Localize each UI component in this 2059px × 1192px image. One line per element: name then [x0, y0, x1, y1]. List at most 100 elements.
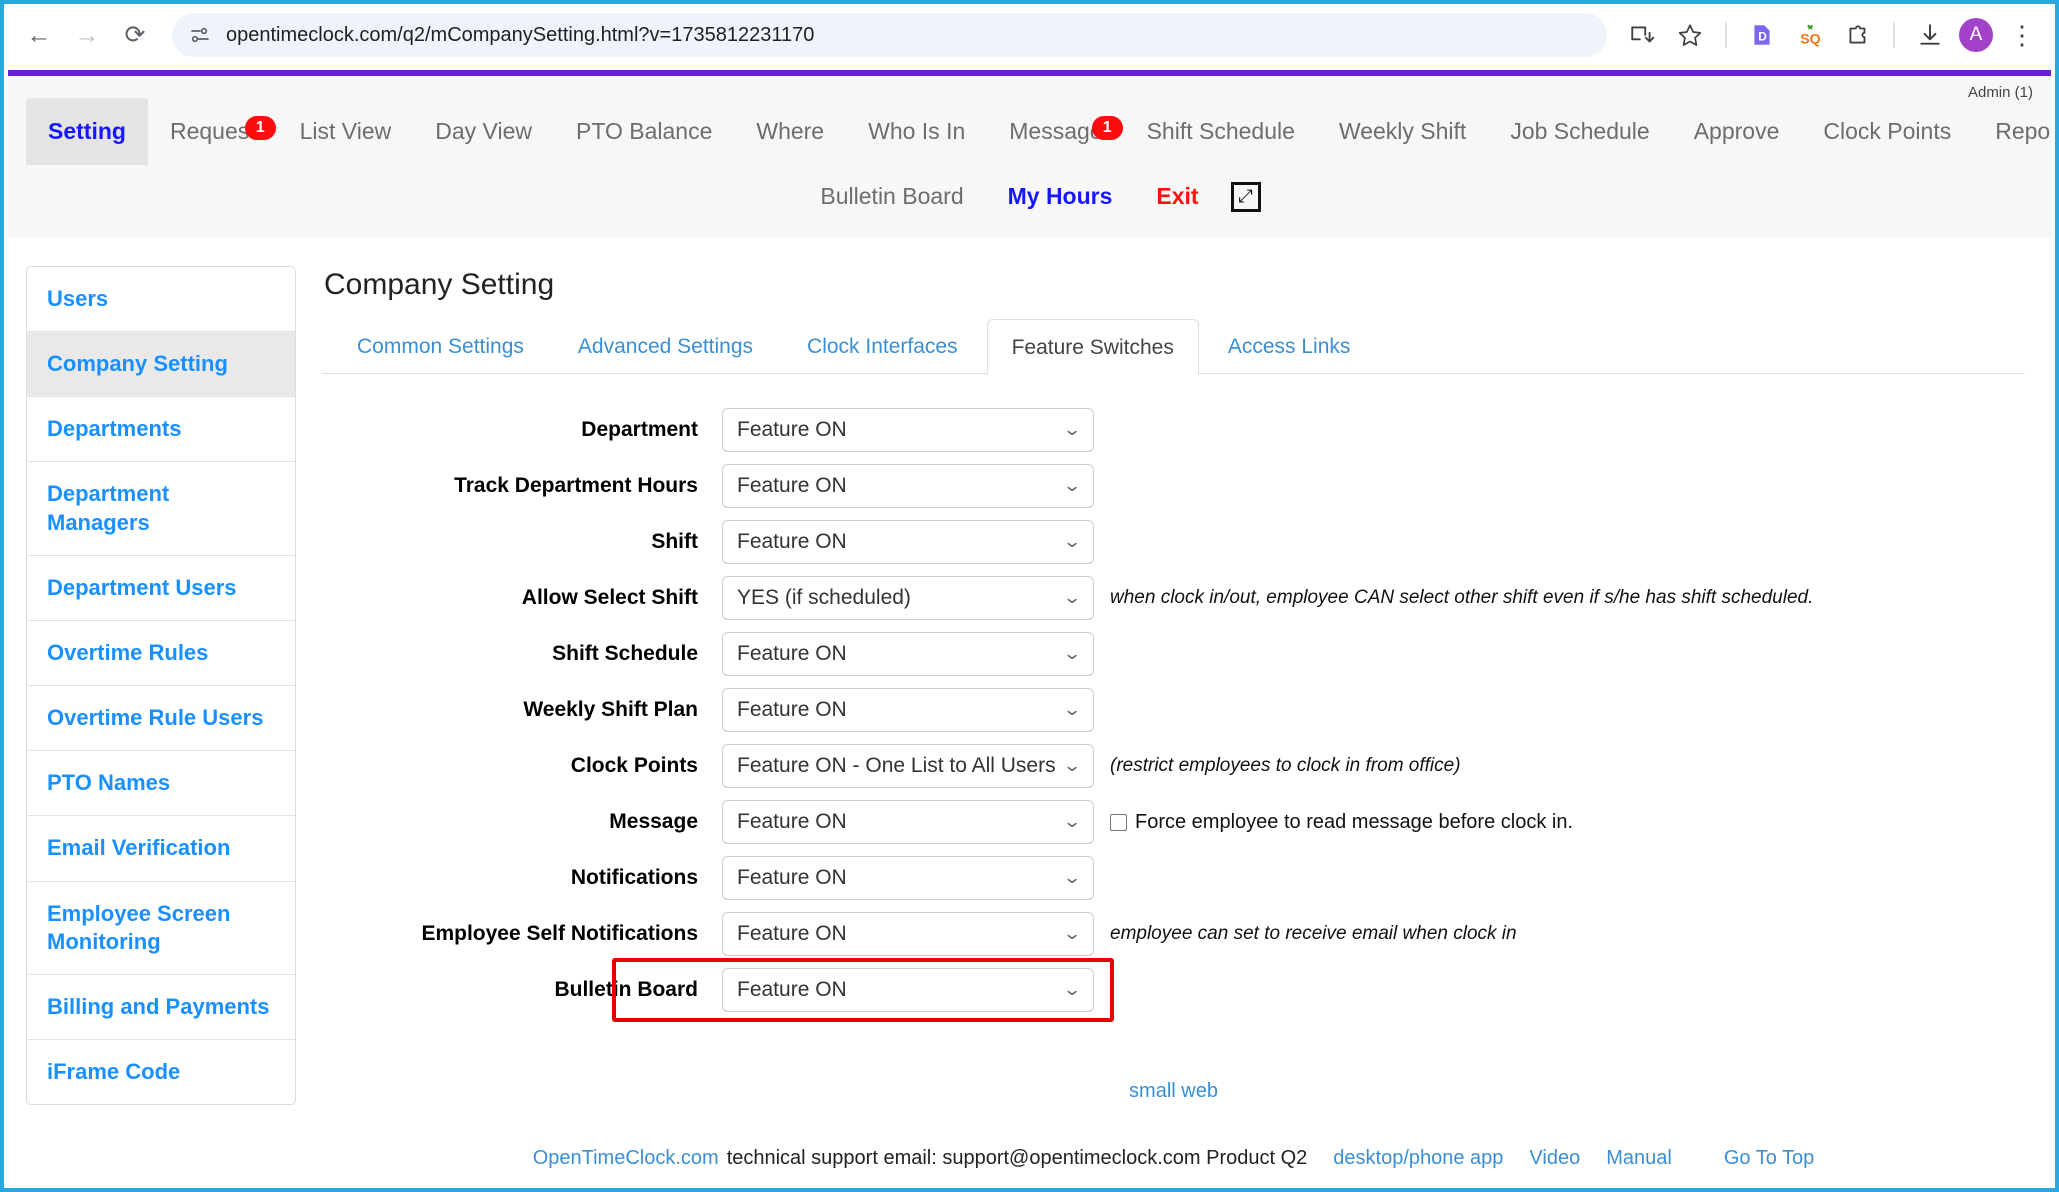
download-icon[interactable] [1911, 16, 1949, 54]
select-value: YES (if scheduled) [737, 586, 911, 609]
label-department: Department [581, 418, 698, 441]
label-shift: Shift [651, 530, 698, 553]
nav-item-clock-points[interactable]: Clock Points [1801, 98, 1973, 165]
browser-menu-icon[interactable]: ⋮ [2003, 22, 2041, 48]
browser-toolbar: ← → ⟳ opentimeclock.com/q2/mCompanySetti… [4, 4, 2055, 66]
select-bulletin-board[interactable]: Feature ON ⌄ [722, 968, 1094, 1012]
page-title: Company Setting [324, 268, 555, 301]
video-link[interactable]: Video [1529, 1147, 1580, 1170]
force-read-message-checkbox[interactable] [1110, 813, 1127, 831]
sidebar-item-overtime-rule-users[interactable]: Overtime Rule Users [27, 686, 295, 752]
nav-item-list-view[interactable]: List View [278, 98, 414, 165]
note-allow-select-shift: when clock in/out, employee CAN select o… [1110, 587, 1814, 608]
nav-item-day-view[interactable]: Day View [413, 98, 554, 165]
chevron-down-icon: ⌄ [1062, 812, 1082, 831]
desktop-phone-app-link[interactable]: desktop/phone app [1333, 1147, 1503, 1170]
nav-item-approve[interactable]: Approve [1672, 98, 1802, 165]
tab-common-settings[interactable]: Common Settings [332, 318, 549, 373]
form-row-department: Department Feature ON ⌄ [322, 408, 2025, 452]
reload-icon[interactable]: ⟳ [114, 14, 156, 56]
force-read-message-checkbox-wrap[interactable]: Force employee to read message before cl… [1094, 811, 1573, 834]
nav-item-where[interactable]: Where [734, 98, 846, 165]
select-department[interactable]: Feature ON ⌄ [722, 408, 1094, 452]
nav-item-label: Who Is In [868, 118, 966, 144]
select-shift[interactable]: Feature ON ⌄ [722, 520, 1094, 564]
sidebar-item-pto-names[interactable]: PTO Names [27, 751, 295, 817]
nav-item-my-hours[interactable]: My Hours [986, 169, 1135, 224]
select-shift-schedule[interactable]: Feature ON ⌄ [722, 632, 1094, 676]
sidebar-item-users[interactable]: Users [27, 267, 295, 333]
sidebar-item-billing-and-payments[interactable]: Billing and Payments [27, 975, 295, 1041]
sidebar: Users Company Setting Departments Departmen… [26, 266, 296, 1106]
toolbar-divider [1725, 22, 1727, 48]
nav-item-message[interactable]: Message 1 [987, 98, 1124, 165]
sidebar-item-department-users[interactable]: Department Users [27, 556, 295, 621]
chevron-down-icon: ⌄ [1062, 476, 1082, 495]
squash-extension-icon[interactable]: SQ [1791, 16, 1829, 54]
sidebar-item-email-verification[interactable]: Email Verification [27, 816, 295, 882]
select-value: Feature ON [737, 866, 847, 889]
nav-item-exit[interactable]: Exit [1134, 169, 1220, 224]
form-row-bulletin-board: Bulletin Board Feature ON ⌄ [322, 968, 2025, 1012]
sidebar-item-iframe-code[interactable]: iFrame Code [27, 1040, 295, 1104]
bookmark-star-icon[interactable] [1671, 16, 1709, 54]
toolbar-divider-2 [1893, 22, 1895, 48]
url-text: opentimeclock.com/q2/mCompanySetting.htm… [226, 23, 815, 46]
label-weekly-shift-plan: Weekly Shift Plan [523, 698, 698, 721]
tab-clock-interfaces[interactable]: Clock Interfaces [782, 318, 983, 373]
install-app-icon[interactable] [1623, 16, 1661, 54]
sidebar-item-company-setting[interactable]: Company Setting [27, 332, 295, 398]
docs-extension-icon[interactable]: D [1743, 16, 1781, 54]
select-notifications[interactable]: Feature ON ⌄ [722, 856, 1094, 900]
sidebar-item-department-managers[interactable]: Department Managers [27, 462, 295, 556]
select-employee-self-notifications[interactable]: Feature ON ⌄ [722, 912, 1094, 956]
nav-item-reports[interactable]: Reports [1973, 98, 2051, 165]
nav-item-shift-schedule[interactable]: Shift Schedule [1125, 98, 1317, 165]
label-bulletin-board: Bulletin Board [554, 978, 698, 1001]
sidebar-item-departments[interactable]: Departments [27, 397, 295, 463]
small-web-link[interactable]: small web [322, 1080, 2025, 1147]
chevron-down-icon: ⌄ [1062, 700, 1082, 719]
fullscreen-expand-icon[interactable]: ⤢ [1230, 181, 1261, 212]
nav-row-primary: Setting Request 1 List View Day View PTO Bala… [26, 76, 2051, 165]
tab-access-links[interactable]: Access Links [1203, 318, 1376, 373]
label-clock-points: Clock Points [570, 754, 698, 777]
sidebar-item-employee-screen-monitoring[interactable]: Employee Screen Monitoring [27, 882, 295, 975]
brand-link[interactable]: OpenTimeClock.com [533, 1147, 719, 1170]
select-clock-points[interactable]: Feature ON - One List to All Users ⌄ [722, 744, 1094, 788]
nav-item-request[interactable]: Request 1 [148, 98, 278, 165]
nav-item-who-is-in[interactable]: Who Is In [846, 98, 987, 165]
form-row-allow-select-shift: Allow Select Shift YES (if scheduled) ⌄ whe… [322, 576, 2025, 620]
page-info-icon[interactable] [188, 23, 212, 47]
tab-advanced-settings[interactable]: Advanced Settings [553, 318, 778, 373]
notification-badge: 1 [244, 116, 276, 141]
nav-item-weekly-shift[interactable]: Weekly Shift [1317, 98, 1488, 165]
select-value: Feature ON [737, 418, 847, 441]
nav-item-pto-balance[interactable]: PTO Balance [554, 98, 734, 165]
nav-item-job-schedule[interactable]: Job Schedule [1488, 98, 1671, 165]
back-icon[interactable]: ← [18, 14, 60, 56]
page-body: Users Company Setting Departments Departmen… [8, 238, 2051, 1170]
select-message[interactable]: Feature ON ⌄ [722, 800, 1094, 844]
nav-item-setting[interactable]: Setting [26, 98, 148, 165]
form-row-notifications: Notifications Feature ON ⌄ [322, 856, 2025, 900]
select-value: Feature ON - One List to All Users [737, 754, 1056, 777]
sidebar-item-overtime-rules[interactable]: Overtime Rules [27, 621, 295, 687]
puzzle-extension-icon[interactable] [1839, 16, 1877, 54]
avatar[interactable]: A [1959, 18, 1993, 52]
label-track-department-hours: Track Department Hours [454, 474, 698, 497]
select-weekly-shift-plan[interactable]: Feature ON ⌄ [722, 688, 1094, 732]
tab-feature-switches[interactable]: Feature Switches [986, 319, 1199, 374]
label-employee-self-notifications: Employee Self Notifications [421, 922, 698, 945]
select-track-department-hours[interactable]: Feature ON ⌄ [722, 464, 1094, 508]
notification-badge: 1 [1091, 116, 1123, 141]
select-allow-select-shift[interactable]: YES (if scheduled) ⌄ [722, 576, 1094, 620]
address-bar[interactable]: opentimeclock.com/q2/mCompanySetting.htm… [172, 13, 1607, 57]
settings-tabs: Common Settings Advanced Settings Clock In… [322, 318, 2025, 374]
forward-icon[interactable]: → [66, 14, 108, 56]
nav-item-label: Setting [48, 118, 126, 144]
go-to-top-link[interactable]: Go To Top [1724, 1147, 1814, 1170]
nav-item-label: Approve [1693, 118, 1780, 144]
manual-link[interactable]: Manual [1606, 1147, 1672, 1170]
nav-item-bulletin-board[interactable]: Bulletin Board [798, 169, 985, 224]
